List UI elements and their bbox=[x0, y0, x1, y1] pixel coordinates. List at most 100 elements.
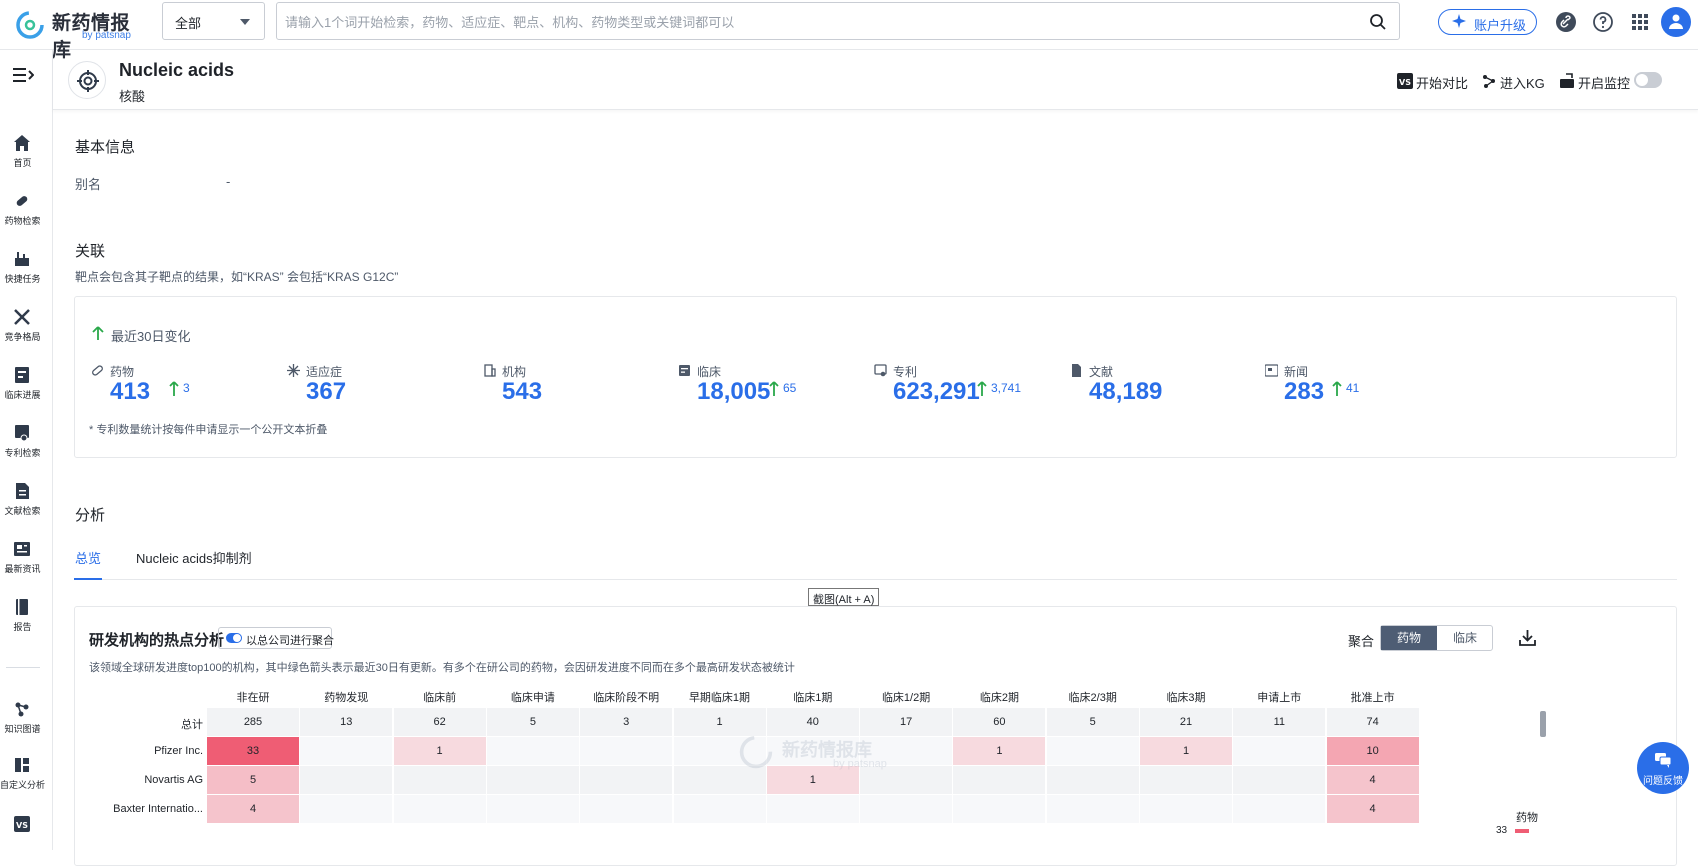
row-header[interactable]: Pfizer Inc. bbox=[75, 745, 203, 757]
help-icon[interactable] bbox=[1592, 11, 1614, 33]
heatmap-scrollbar[interactable] bbox=[1540, 711, 1546, 737]
stat-patents[interactable]: 专利 623,291 3,741 bbox=[874, 363, 1074, 413]
pill-icon bbox=[16, 196, 28, 206]
task-icon bbox=[15, 252, 29, 266]
feedback-button[interactable]: 问题反馈 bbox=[1637, 742, 1689, 794]
stat-delta: 41 bbox=[1346, 381, 1360, 395]
heatmap-cell bbox=[766, 795, 859, 823]
heatmap-cell bbox=[393, 795, 486, 823]
heatmap-cell[interactable]: 62 bbox=[393, 708, 486, 736]
heatmap-cell[interactable]: 3 bbox=[580, 708, 673, 736]
sidebar-item-custom-analysis[interactable]: 自定义分析 bbox=[0, 756, 45, 806]
apps-grid-icon[interactable] bbox=[1629, 11, 1651, 33]
heatmap-cell[interactable]: 33 bbox=[207, 737, 299, 765]
sidebar-item-label: 快捷任务 bbox=[4, 274, 41, 284]
sidebar-item-label: 报告 bbox=[13, 622, 32, 632]
stat-literature[interactable]: 文献 48,189 bbox=[1070, 363, 1270, 413]
sidebar-toggle-icon[interactable] bbox=[12, 66, 34, 84]
sidebar-item-quick-tasks[interactable]: 快捷任务 bbox=[0, 250, 45, 300]
stat-indications[interactable]: 适应症 367 bbox=[287, 363, 487, 413]
sidebar-item-drug-search[interactable]: 药物检索 bbox=[0, 192, 45, 242]
heatmap-cell[interactable]: 11 bbox=[1233, 708, 1326, 736]
dashboard-icon bbox=[15, 758, 29, 772]
vs-icon: VS bbox=[1397, 73, 1413, 89]
sidebar-item-competition[interactable]: 竞争格局 bbox=[0, 308, 45, 358]
stat-value: 623,291 bbox=[893, 378, 980, 405]
heatmap-cell[interactable]: 5 bbox=[1046, 708, 1139, 736]
logo[interactable]: 新药情报库 by patsnap bbox=[12, 6, 142, 61]
link-icon[interactable] bbox=[1555, 11, 1577, 33]
row-header[interactable]: Baxter Internatio... bbox=[75, 803, 203, 815]
sidebar-item-literature[interactable]: 文献检索 bbox=[0, 482, 45, 532]
stat-news[interactable]: 新闻 283 41 bbox=[1265, 363, 1465, 413]
heatmap-cell[interactable]: 1 bbox=[953, 737, 1046, 765]
sidebar-item-knowledge-graph[interactable]: 知识图谱 bbox=[0, 700, 45, 750]
scope-select[interactable]: 全部 bbox=[162, 2, 265, 40]
column-header: 临床申请 bbox=[510, 692, 555, 704]
heatmap-cell[interactable]: 4 bbox=[1326, 795, 1419, 823]
monitor-toggle[interactable] bbox=[1634, 72, 1662, 88]
graph-icon bbox=[1483, 75, 1495, 88]
stat-value: 413 bbox=[110, 378, 151, 405]
watermark: 新药情报库 by patsnap bbox=[738, 730, 908, 780]
heatmap-cell[interactable]: 74 bbox=[1326, 708, 1419, 736]
tab-overview[interactable]: 总览 bbox=[74, 548, 103, 580]
sidebar-item-home[interactable]: 首页 bbox=[0, 134, 45, 184]
segment-drug[interactable]: 药物 bbox=[1381, 626, 1437, 650]
enter-kg-button[interactable]: 进入KG bbox=[1481, 72, 1553, 91]
sidebar-item-news[interactable]: 最新资讯 bbox=[0, 540, 45, 590]
sidebar-item-compare[interactable]: VS bbox=[0, 815, 45, 865]
stat-clinical[interactable]: 临床 18,005 65 bbox=[678, 363, 878, 413]
parent-company-aggregate-toggle[interactable]: 以总公司进行聚合 bbox=[218, 627, 334, 649]
building-icon bbox=[484, 364, 496, 377]
avatar[interactable] bbox=[1661, 7, 1691, 37]
column-header: 申请上市 bbox=[1257, 692, 1302, 704]
swords-icon bbox=[14, 309, 30, 325]
alias-label: 别名 bbox=[75, 177, 102, 192]
sidebar-item-label: 临床进展 bbox=[4, 390, 41, 400]
search-icon[interactable] bbox=[1369, 13, 1387, 31]
document-icon bbox=[16, 483, 29, 499]
patent-icon bbox=[874, 364, 887, 377]
heatmap-cell[interactable]: 4 bbox=[207, 795, 299, 823]
heatmap-cell[interactable]: 285 bbox=[207, 708, 299, 736]
segment-clinical[interactable]: 临床 bbox=[1437, 626, 1493, 650]
heatmap-cell[interactable]: 4 bbox=[1326, 766, 1419, 794]
heatmap-cell[interactable]: 13 bbox=[300, 708, 393, 736]
stat-value: 283 bbox=[1284, 378, 1325, 405]
arrow-up-icon bbox=[977, 381, 987, 396]
heatmap-cell[interactable]: 1 bbox=[1140, 737, 1232, 765]
stat-value: 543 bbox=[502, 378, 543, 405]
monitor-label: 开启监控 bbox=[1578, 76, 1631, 91]
stat-drugs[interactable]: 药物 413 3 bbox=[91, 363, 291, 413]
heatmap-cell bbox=[1046, 737, 1139, 765]
arrow-up-icon bbox=[1332, 381, 1342, 396]
page-title: Nucleic acids bbox=[119, 60, 235, 80]
row-header[interactable]: 总计 bbox=[75, 716, 203, 732]
analysis-title: 分析 bbox=[75, 507, 106, 524]
upgrade-button[interactable]: 账户升级 bbox=[1438, 9, 1537, 35]
sidebar-item-report[interactable]: 报告 bbox=[0, 598, 45, 648]
heatmap-cell[interactable]: 5 bbox=[207, 766, 299, 794]
heatmap-cell[interactable]: 60 bbox=[953, 708, 1046, 736]
sidebar-item-patent[interactable]: 专利检索 bbox=[0, 424, 45, 474]
search-input[interactable] bbox=[285, 11, 1345, 33]
target-avatar bbox=[68, 61, 106, 99]
download-icon[interactable] bbox=[1518, 628, 1537, 647]
screenshot-tooltip: 截图(Alt + A) bbox=[808, 588, 880, 606]
heatmap-cell[interactable]: 10 bbox=[1326, 737, 1419, 765]
sidebar-item-clinical[interactable]: 临床进展 bbox=[0, 366, 45, 416]
monitor-button[interactable]: 开启监控 bbox=[1559, 72, 1633, 91]
home-icon bbox=[14, 135, 30, 151]
heatmap-cell bbox=[1046, 766, 1139, 794]
stat-organizations[interactable]: 机构 543 bbox=[483, 363, 683, 413]
heatmap-cell[interactable]: 1 bbox=[393, 737, 486, 765]
heatmap-cell bbox=[860, 795, 953, 823]
compare-button[interactable]: VS 开始对比 bbox=[1397, 72, 1473, 91]
vs-badge-text: VS bbox=[16, 821, 28, 830]
heatmap-cell[interactable]: 21 bbox=[1140, 708, 1232, 736]
tab-inhibitors[interactable]: Nucleic acids抑制剂 bbox=[136, 548, 252, 580]
row-header[interactable]: Novartis AG bbox=[75, 774, 203, 786]
heatmap-cell[interactable]: 5 bbox=[486, 708, 579, 736]
page-subtitle: 核酸 bbox=[119, 89, 146, 104]
